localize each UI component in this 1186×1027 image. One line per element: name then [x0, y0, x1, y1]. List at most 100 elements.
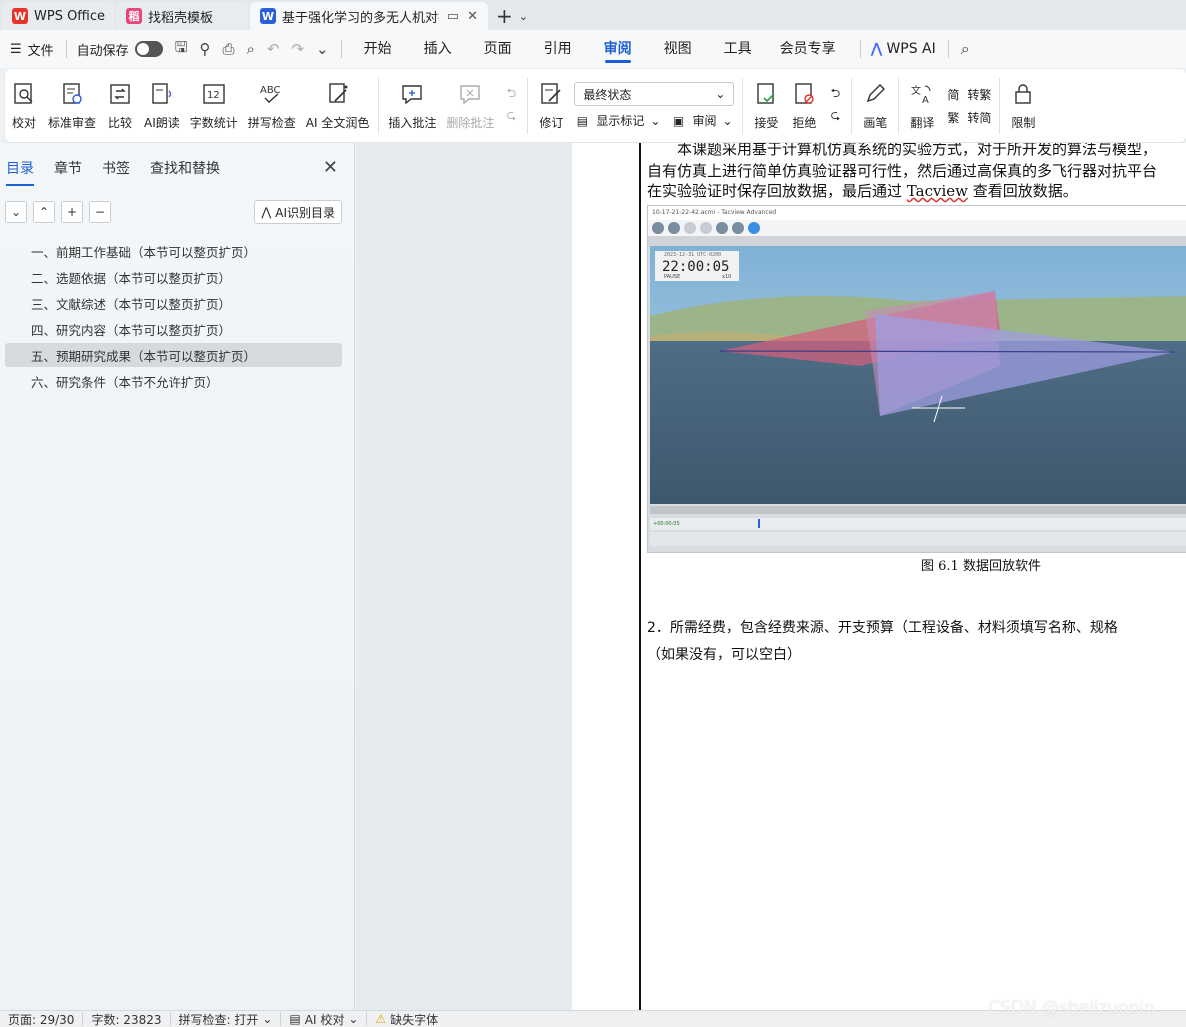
close-icon[interactable]: ✕: [467, 9, 478, 24]
add-heading-button[interactable]: +: [61, 201, 83, 223]
toolbar-icon: [732, 222, 744, 234]
to-simplified-button[interactable]: 繁转简: [945, 109, 991, 126]
wps-ai-label: WPS AI: [886, 41, 936, 57]
tab-docer-templates[interactable]: 稻 找稻壳模板: [116, 2, 248, 30]
tab-current-document[interactable]: W 基于强化学习的多无人机对抗 ▭ ✕: [250, 2, 488, 30]
undo-icon[interactable]: ↶: [267, 40, 280, 58]
show-markup-button[interactable]: 显示标记: [596, 112, 644, 129]
figure-playback-tools: [650, 532, 1186, 546]
compare-button[interactable]: 比较: [101, 72, 139, 140]
toolbar-icon: [700, 222, 712, 234]
tab-view[interactable]: 视图: [648, 30, 708, 68]
toc-item-selected[interactable]: 五、预期研究成果（本节可以整页扩页）: [5, 343, 342, 367]
new-tab-button[interactable]: + ⌄: [496, 2, 528, 30]
toc-item[interactable]: 二、选题依据（本节可以整页扩页）: [5, 265, 342, 289]
export-icon[interactable]: ⚲: [199, 40, 210, 58]
toggle-switch[interactable]: [134, 41, 163, 57]
nav-tab-find-replace[interactable]: 查找和替换: [150, 158, 220, 178]
spell-check-button[interactable]: ABC 拼写检查: [243, 72, 301, 140]
body-text-line: 本课题采用基于计算机仿真系统的实验方式，对于所开发的算法与模型，: [647, 143, 1157, 159]
display-state-select[interactable]: 最终状态 ⌄: [574, 82, 735, 106]
reject-button[interactable]: 拒绝: [785, 72, 823, 140]
divider: [947, 40, 949, 58]
ai-toc-button[interactable]: ⋀ AI识别目录: [254, 200, 342, 224]
previous-change-icon[interactable]: ⮌: [827, 86, 843, 103]
comment-delete-icon: [456, 80, 484, 108]
misspelled-word: Tacview: [906, 182, 968, 200]
accept-button[interactable]: 接受: [747, 72, 785, 140]
collapse-all-button[interactable]: ⌄: [5, 201, 27, 223]
restrict-editing-button[interactable]: 限制: [1004, 72, 1037, 140]
spell-check-status[interactable]: 拼写检查: 打开 ⌄: [171, 1012, 282, 1027]
search-icon[interactable]: ⌕: [961, 39, 970, 59]
tab-home[interactable]: 开始: [348, 30, 408, 68]
standard-review-button[interactable]: 标准审查: [43, 72, 101, 140]
translate-button[interactable]: 文A 翻译: [903, 72, 941, 140]
button-label: 修订: [539, 116, 564, 130]
track-changes-button[interactable]: 修订: [532, 72, 570, 140]
tab-review[interactable]: 审阅: [588, 30, 648, 68]
ai-check-status[interactable]: ▤ AI 校对 ⌄: [281, 1012, 368, 1027]
button-label: 转简: [967, 110, 992, 125]
insert-comment-button[interactable]: 插入批注: [383, 72, 441, 140]
review-pane-icon: ▣: [672, 113, 685, 128]
proofread-button[interactable]: 校对: [5, 72, 43, 140]
toc-item[interactable]: 六、研究条件（本节不允许扩页）: [5, 369, 342, 393]
print-icon[interactable]: ⎙: [222, 40, 234, 58]
chevron-down-icon[interactable]: ⌄: [519, 10, 528, 23]
word-count[interactable]: 字数: 23823: [83, 1012, 171, 1027]
divider: [851, 77, 853, 134]
figure-timeline: +00:00:05: [650, 518, 1186, 530]
tab-tools[interactable]: 工具: [708, 30, 768, 68]
tab-insert[interactable]: 插入: [408, 30, 468, 68]
print-preview-icon[interactable]: ⌕: [246, 40, 254, 58]
next-comment-icon[interactable]: ⮎: [503, 108, 519, 125]
redo-icon[interactable]: ↷: [291, 40, 304, 58]
pen-button[interactable]: 画笔: [856, 72, 894, 140]
toc-item[interactable]: 四、研究内容（本节可以整页扩页）: [5, 317, 342, 341]
tab-references[interactable]: 引用: [528, 30, 588, 68]
ai-polish-button[interactable]: AI 全文润色: [301, 72, 375, 140]
tab-page[interactable]: 页面: [468, 30, 528, 68]
toc-item[interactable]: 一、前期工作基础（本节可以整页扩页）: [5, 239, 342, 263]
nav-tab-chapters[interactable]: 章节: [54, 158, 82, 178]
wps-ai-button[interactable]: ⋀ WPS AI: [871, 41, 936, 57]
ai-read-aloud-button[interactable]: AI朗读: [139, 72, 185, 140]
page-indicator[interactable]: 页面: 29/30: [0, 1012, 84, 1027]
scene-clock: 22:00:05: [662, 259, 730, 275]
body-text-line: 自有仿真上进行简单仿真验证器可行性，然后通过高保真的多飞行器对抗平台: [647, 161, 1157, 181]
chevron-down-icon[interactable]: ⌄: [316, 40, 329, 58]
save-icon[interactable]: 🖫: [175, 37, 188, 62]
tab-wps-office[interactable]: W WPS Office: [2, 2, 114, 30]
expand-up-button[interactable]: ⌃: [33, 201, 55, 223]
figure-caption: 图 6.1 数据回放软件: [921, 559, 1041, 574]
button-label: 校对: [11, 116, 36, 130]
tab-label: 基于强化学习的多无人机对抗: [282, 10, 439, 26]
button-label: 画笔: [863, 116, 888, 130]
delete-comment-button[interactable]: 删除批注: [441, 72, 499, 140]
3d-scene: 2023-12-31 UTC-0200 22:00:05 PAUSE x10: [650, 246, 1186, 504]
word-count-button[interactable]: 12 字数统计: [185, 72, 243, 140]
toc-item[interactable]: 三、文献综述（本节可以整页扩页）: [5, 291, 342, 315]
monitor-icon[interactable]: ▭: [447, 9, 459, 24]
tab-label: 找稻壳模板: [148, 10, 214, 26]
tacview-screenshot-figure[interactable]: 10-17-21-22-42.acmi - Tacview Advanced 2…: [647, 205, 1186, 553]
remove-heading-button[interactable]: −: [89, 201, 111, 223]
ai-toc-label: AI识别目录: [275, 205, 335, 220]
previous-comment-icon[interactable]: ⮌: [503, 86, 519, 103]
file-menu[interactable]: ☰ 文件: [10, 40, 54, 59]
review-pane-button[interactable]: 审阅: [692, 112, 716, 129]
close-icon[interactable]: ✕: [323, 157, 338, 178]
reject-icon: [790, 80, 818, 108]
nav-tab-bookmarks[interactable]: 书签: [102, 158, 130, 178]
autosave-toggle[interactable]: 自动保存: [77, 40, 163, 59]
document-page[interactable]: 本课题采用基于计算机仿真系统的实验方式，对于所开发的算法与模型， 自有仿真上进行…: [641, 143, 1186, 1010]
tab-member[interactable]: 会员专享: [768, 30, 848, 68]
change-nav-group: ⮌ ⮎: [823, 72, 847, 140]
nav-tab-toc[interactable]: 目录: [6, 158, 34, 186]
to-traditional-button[interactable]: 简转繁: [945, 86, 991, 103]
section-item: 2．所需经费，包含经费来源、开支预算（工程设备、材料须填写名称、规格: [647, 618, 1118, 638]
missing-font-status[interactable]: ⚠ 缺失字体: [367, 1012, 446, 1027]
next-change-icon[interactable]: ⮎: [827, 108, 843, 125]
button-label: 翻译: [910, 116, 935, 130]
